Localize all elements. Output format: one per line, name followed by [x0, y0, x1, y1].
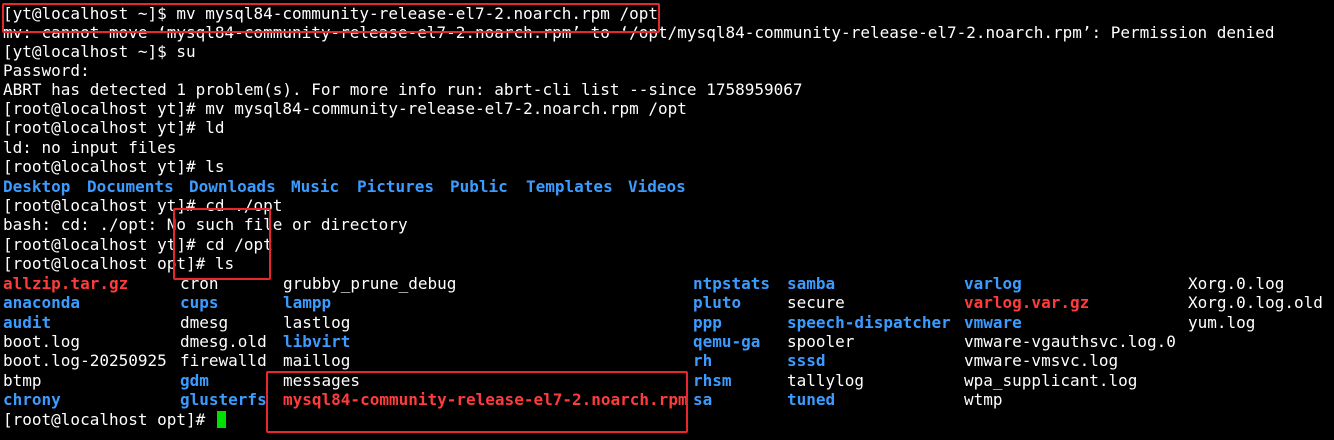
file-entry: btmp: [3, 370, 42, 390]
terminal-line: [root@localhost yt]# cd ./opt: [3, 196, 283, 215]
directory-entry: rh: [693, 351, 713, 371]
file-entry: dmesg: [180, 312, 229, 332]
file-entry: Xorg.0.log.old: [1188, 293, 1323, 313]
directory-entry: Documents: [87, 177, 174, 196]
file-entry: boot.log-20250925: [3, 351, 167, 371]
directory-entry: gdm: [180, 370, 209, 390]
directory-entry: varlog: [964, 274, 1022, 293]
terminal-line: mv: cannot move ‘mysql84-community-relea…: [3, 23, 1275, 42]
directory-entry: speech-dispatcher: [787, 312, 951, 332]
archive-entry: mysql84-community-release-el7-2.noarch.r…: [283, 389, 688, 409]
terminal-line: [yt@localhost ~]$ mv mysql84-community-r…: [3, 4, 659, 23]
directory-entry: ntpstats: [693, 274, 771, 293]
file-entry: Xorg.0.log: [1188, 274, 1285, 293]
file-entry: yum.log: [1188, 312, 1256, 332]
terminal-window[interactable]: [yt@localhost ~]$ mv mysql84-community-r…: [0, 0, 1334, 440]
file-entry: vmware-vmsvc.log: [964, 351, 1119, 371]
file-entry: tallylog: [787, 370, 865, 390]
directory-entry: Music: [291, 177, 340, 196]
terminal-line: ABRT has detected 1 problem(s). For more…: [3, 80, 803, 99]
file-entry: grubby_prune_debug: [283, 274, 457, 293]
directory-entry: anaconda: [3, 293, 81, 313]
file-entry: wpa_supplicant.log: [964, 370, 1138, 390]
file-entry: dmesg.old: [180, 331, 267, 351]
directory-entry: Videos: [628, 177, 686, 196]
terminal-line: bash: cd: ./opt: No such file or directo…: [3, 215, 408, 234]
terminal-line: [root@localhost yt]# ls: [3, 157, 225, 176]
directory-entry: rhsm: [693, 370, 732, 390]
directory-entry: Desktop: [3, 177, 71, 196]
directory-entry: Pictures: [357, 177, 435, 196]
file-entry: lastlog: [283, 312, 351, 332]
directory-entry: vmware: [964, 312, 1022, 332]
text-cursor: [216, 411, 226, 428]
directory-entry: glusterfs: [180, 389, 267, 409]
directory-entry: chrony: [3, 389, 61, 409]
directory-entry: sa: [693, 389, 713, 409]
directory-entry: ppp: [693, 312, 722, 332]
directory-entry: audit: [3, 312, 52, 332]
directory-entry: qemu-ga: [693, 331, 761, 351]
directory-entry: samba: [787, 274, 836, 293]
file-entry: wtmp: [964, 389, 1003, 409]
command-prompt[interactable]: [root@localhost opt]#: [3, 410, 226, 429]
terminal-line: ld: no input files: [3, 138, 177, 157]
file-entry: boot.log: [3, 331, 81, 351]
file-entry: cron: [180, 274, 219, 293]
prompt-text: [root@localhost opt]#: [3, 410, 215, 429]
terminal-line: [root@localhost yt]# cd /opt: [3, 235, 273, 254]
file-entry: secure: [787, 293, 845, 313]
directory-entry: sssd: [787, 351, 826, 371]
archive-entry: allzip.tar.gz: [3, 274, 129, 293]
terminal-line: [root@localhost yt]# ld: [3, 118, 225, 137]
archive-entry: varlog.var.gz: [964, 293, 1090, 313]
directory-entry: tuned: [787, 389, 836, 409]
directory-entry: Templates: [526, 177, 613, 196]
directory-entry: Downloads: [189, 177, 276, 196]
directory-entry: pluto: [693, 293, 742, 313]
terminal-line: [yt@localhost ~]$ su: [3, 42, 196, 61]
directory-entry: libvirt: [283, 331, 351, 351]
terminal-line: [root@localhost opt]# ls: [3, 254, 235, 273]
directory-entry: lampp: [283, 293, 332, 313]
terminal-line: [root@localhost yt]# mv mysql84-communit…: [3, 99, 687, 118]
file-entry: spooler: [787, 331, 855, 351]
file-entry: vmware-vgauthsvc.log.0: [964, 331, 1176, 351]
directory-entry: cups: [180, 293, 219, 313]
terminal-line: Password:: [3, 61, 90, 80]
file-entry: firewalld: [180, 351, 267, 371]
directory-entry: Public: [450, 177, 508, 196]
file-entry: messages: [283, 370, 361, 390]
file-entry: maillog: [283, 351, 351, 371]
